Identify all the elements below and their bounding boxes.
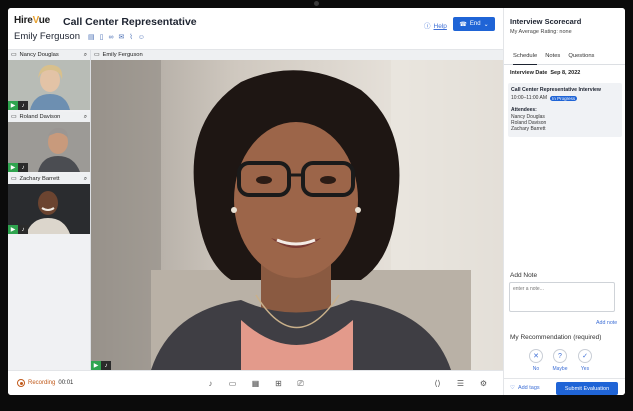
scorecard-title: Interview Scorecard bbox=[510, 17, 582, 26]
scorecard-panel: Interview Scorecard My Average Rating: n… bbox=[503, 8, 625, 395]
person-icon[interactable]: ☺ bbox=[138, 34, 145, 42]
scorecard-tabs: Schedule Notes Questions bbox=[504, 53, 625, 65]
laptop-icon: ▭ bbox=[11, 176, 17, 182]
settings-gear-icon[interactable]: ⚙ bbox=[478, 378, 489, 389]
laptop-icon: ▭ bbox=[11, 52, 17, 58]
interview-card-title: Call Center Representative Interview bbox=[511, 87, 601, 93]
main-video-image bbox=[91, 60, 503, 370]
note-input[interactable] bbox=[509, 282, 615, 312]
mic-icon: ♪ bbox=[18, 225, 28, 234]
recommend-no-button[interactable]: ✕ No bbox=[525, 349, 547, 372]
header-icon-row: ▤ ▯ ∞ ✉ ⌇ ☺ bbox=[88, 34, 145, 42]
screen-share-icon[interactable]: ⎚ bbox=[295, 378, 306, 389]
recommend-maybe-button[interactable]: ? Maybe bbox=[549, 349, 571, 372]
laptop-icon: ▭ bbox=[94, 52, 100, 58]
app-window: HireVue Call Center Representative Emily… bbox=[8, 8, 625, 395]
participant-video: ▶ ♪ bbox=[8, 184, 90, 234]
add-tags-button[interactable]: ♡ Add tags bbox=[510, 385, 540, 391]
record-icon bbox=[17, 379, 25, 387]
submit-evaluation-button[interactable]: Submit Evaluation bbox=[556, 382, 618, 395]
average-rating: My Average Rating: none bbox=[510, 29, 572, 35]
end-call-button[interactable]: ☎ End ⌄ bbox=[453, 17, 495, 31]
participant-thumbnail[interactable]: ▭ Zachary Barrett ⌕ ▶ ♪ bbox=[8, 174, 90, 235]
mic-icon: ♪ bbox=[18, 101, 28, 110]
layout-split-icon[interactable]: ⊞ bbox=[273, 378, 284, 389]
tab-schedule[interactable]: Schedule bbox=[513, 53, 538, 65]
link-icon[interactable]: ∞ bbox=[108, 34, 113, 42]
job-title: Call Center Representative bbox=[63, 16, 197, 28]
pin-icon[interactable]: ⌕ bbox=[84, 114, 87, 121]
tab-notes[interactable]: Notes bbox=[545, 53, 560, 64]
brand-logo: HireVue bbox=[14, 15, 51, 26]
attendees-label: Attendees: bbox=[511, 107, 537, 113]
interview-date: Interview Date Sep 8, 2022 bbox=[510, 70, 581, 76]
help-link[interactable]: ⓘ Help bbox=[424, 20, 447, 30]
panel-footer: ♡ Add tags Submit Evaluation bbox=[504, 378, 625, 395]
participant-video: ▶ ♪ bbox=[8, 60, 90, 110]
phone-icon: ☎ bbox=[459, 21, 467, 28]
file-icon[interactable]: ▯ bbox=[100, 34, 104, 42]
attendee: Zachary Barrett bbox=[511, 126, 546, 132]
interview-card: Call Center Representative Interview 10:… bbox=[508, 83, 622, 137]
document-icon[interactable]: ▤ bbox=[88, 34, 95, 42]
status-badge: In Progress bbox=[550, 95, 578, 101]
pin-icon[interactable]: ⌕ bbox=[84, 52, 87, 59]
mic-icon: ♪ bbox=[18, 163, 28, 172]
main-video: ▶ ♪ bbox=[91, 60, 503, 370]
pin-icon[interactable]: ⌕ bbox=[84, 176, 87, 183]
add-note-link[interactable]: Add note bbox=[596, 320, 617, 326]
video-on-icon: ▶ bbox=[91, 361, 101, 370]
candidate-name: Emily Ferguson bbox=[14, 31, 80, 42]
call-controls-bar: Recording 00:01 ♪ ▭ ▦ ⊞ ⎚ ⟨⟩ ☰ ⚙ bbox=[8, 370, 503, 395]
check-icon: ✓ bbox=[578, 349, 592, 363]
recommend-yes-button[interactable]: ✓ Yes bbox=[574, 349, 596, 372]
camera-dot bbox=[314, 1, 319, 6]
camera-icon[interactable]: ▭ bbox=[227, 378, 238, 389]
video-on-icon: ▶ bbox=[8, 101, 18, 110]
header: HireVue Call Center Representative Emily… bbox=[8, 8, 503, 50]
interview-card-time: 10:00–11:00 AM In Progress bbox=[511, 95, 578, 101]
video-on-icon: ▶ bbox=[8, 225, 18, 234]
email-icon[interactable]: ✉ bbox=[118, 34, 124, 42]
attachment-icon[interactable]: ⌇ bbox=[129, 34, 132, 42]
participant-thumbnails: ▭Nancy Douglas⌕ ▶♪ ▭Roland Davison⌕ bbox=[8, 50, 91, 370]
microphone-icon[interactable]: ♪ bbox=[205, 378, 216, 389]
question-icon: ? bbox=[553, 349, 567, 363]
recording-indicator: Recording 00:01 bbox=[17, 379, 73, 387]
chevron-down-icon: ⌄ bbox=[483, 21, 489, 28]
layout-grid-icon[interactable]: ▦ bbox=[250, 378, 261, 389]
laptop-icon: ▭ bbox=[11, 114, 17, 120]
main-video-header: ▭ Emily Ferguson bbox=[91, 50, 503, 60]
help-icon: ⓘ bbox=[424, 23, 431, 30]
tab-questions[interactable]: Questions bbox=[568, 53, 594, 64]
code-icon[interactable]: ⟨⟩ bbox=[432, 378, 443, 389]
add-note-label: Add Note bbox=[510, 272, 538, 279]
video-on-icon: ▶ bbox=[8, 163, 18, 172]
mic-icon: ♪ bbox=[101, 361, 111, 370]
participant-thumbnail[interactable]: ▭ Nancy Douglas ⌕ ▶ ♪ bbox=[8, 50, 90, 111]
tag-icon: ♡ bbox=[510, 385, 515, 391]
participant-thumbnail[interactable]: ▭ Roland Davison ⌕ ▶ ♪ bbox=[8, 112, 90, 173]
x-icon: ✕ bbox=[529, 349, 543, 363]
participant-video: ▶ ♪ bbox=[8, 122, 90, 172]
chat-icon[interactable]: ☰ bbox=[455, 378, 466, 389]
recommendation-label: My Recommendation (required) bbox=[510, 334, 602, 341]
